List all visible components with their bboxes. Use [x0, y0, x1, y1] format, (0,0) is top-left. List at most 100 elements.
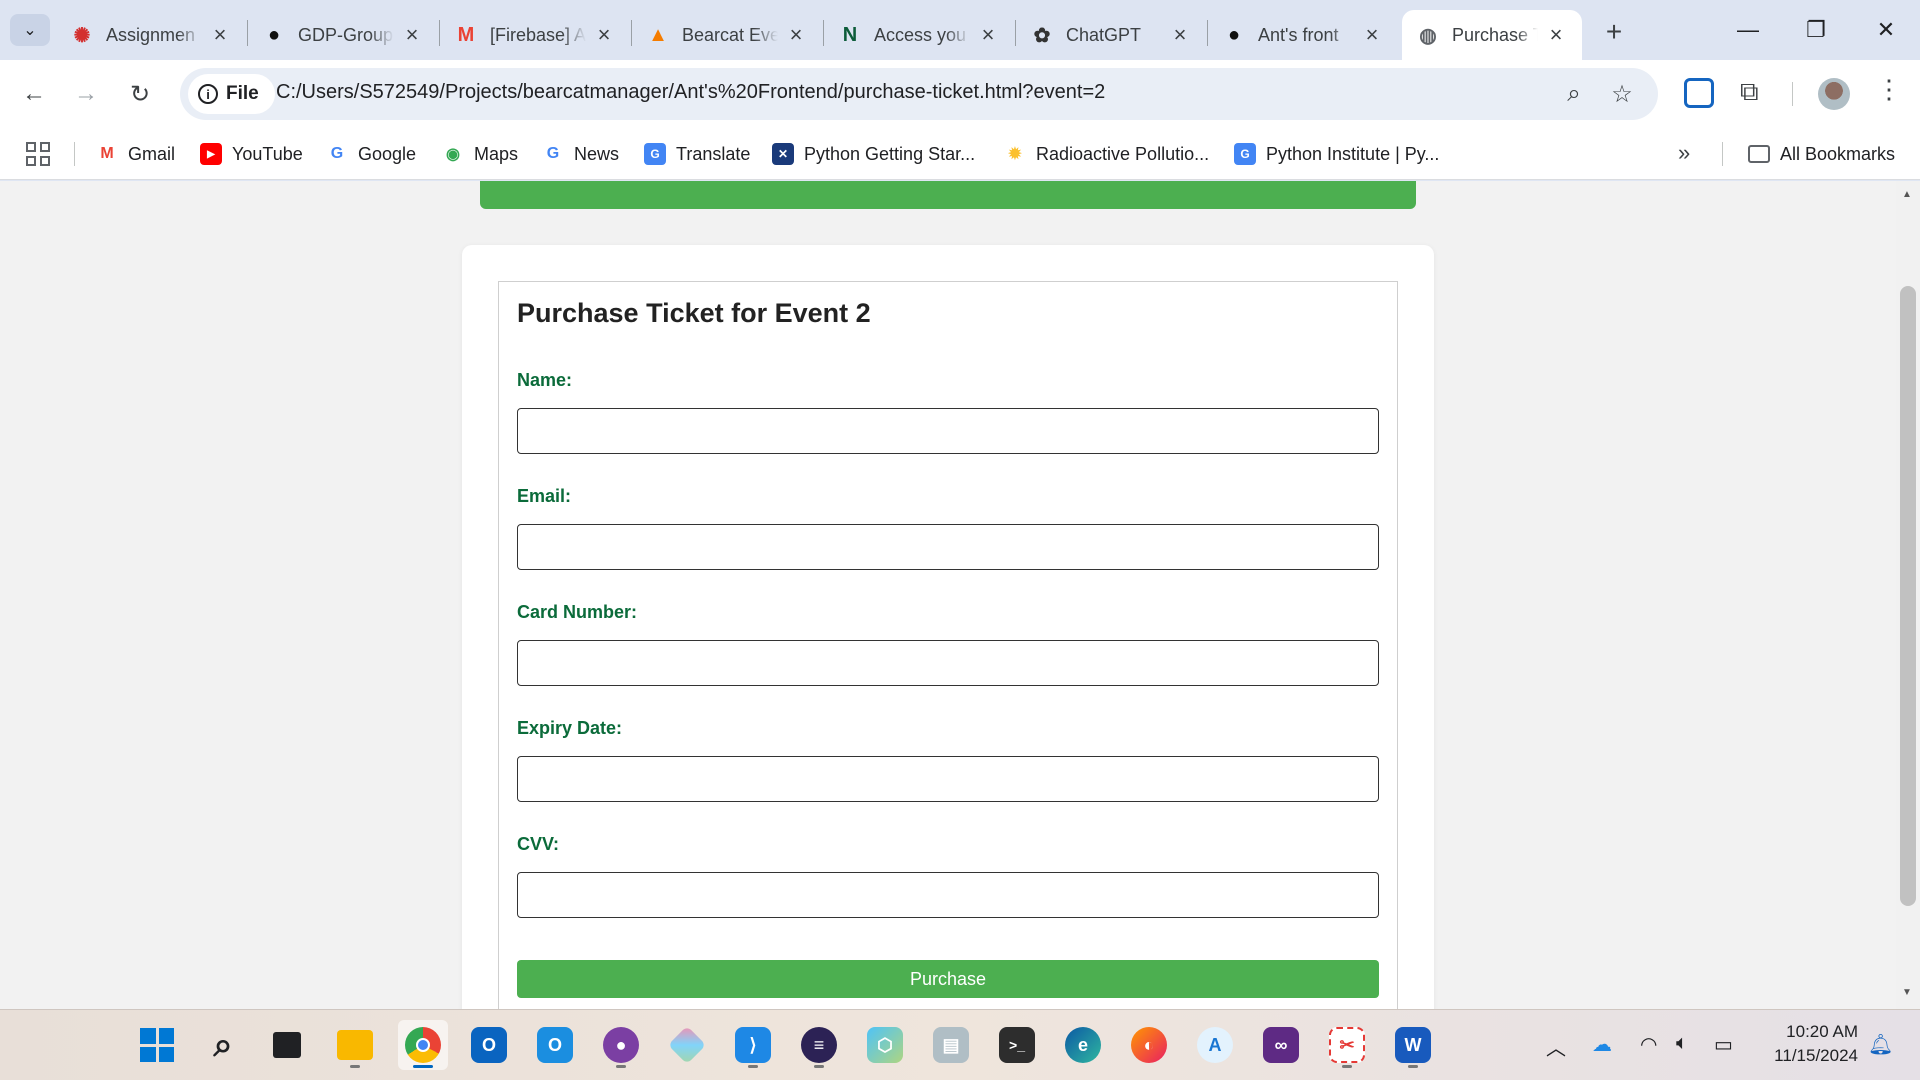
bookmark-gmail[interactable]: M Gmail	[96, 140, 175, 168]
cvv-input[interactable]	[517, 872, 1379, 918]
tab-strip: ⌄ ✺ Assignmen × ● GDP-Group × M [Firebas…	[0, 0, 1920, 60]
scroll-up-arrow-icon[interactable]: ▲	[1902, 189, 1912, 200]
email-input[interactable]	[517, 524, 1379, 570]
bookmarks-divider	[74, 142, 75, 166]
bookmark-python-institute[interactable]: G Python Institute | Py...	[1234, 140, 1439, 168]
translate-icon: G	[644, 143, 666, 165]
close-icon[interactable]: ×	[208, 22, 232, 47]
name-input[interactable]	[517, 408, 1379, 454]
tray-overflow-chevron-icon[interactable]: ︿	[1546, 1032, 1566, 1061]
extension-reader-icon[interactable]	[1684, 78, 1714, 108]
task-view-icon[interactable]	[262, 1020, 312, 1070]
expiry-date-input[interactable]	[517, 756, 1379, 802]
card-number-input[interactable]	[517, 640, 1379, 686]
close-icon[interactable]: ×	[592, 22, 616, 47]
bookmark-google[interactable]: G Google	[326, 140, 416, 168]
volume-muted-icon[interactable]: 🔈︎	[1676, 1032, 1688, 1055]
purchase-button[interactable]: Purchase	[517, 960, 1379, 998]
new-tab-button[interactable]: +	[1596, 14, 1632, 50]
address-bar[interactable]: i File C:/Users/S572549/Projects/bearcat…	[180, 68, 1658, 120]
edge-icon[interactable]: e	[1058, 1020, 1108, 1070]
notification-bell-icon[interactable]: 🔔︎	[1868, 1032, 1893, 1057]
database-icon[interactable]: ▤	[926, 1020, 976, 1070]
bookmark-label: Python Getting Star...	[804, 143, 976, 164]
tab-firebase-gmail[interactable]: M [Firebase] A ×	[440, 10, 630, 60]
bookmark-youtube[interactable]: ▶ YouTube	[200, 140, 303, 168]
close-icon[interactable]: ×	[784, 22, 808, 47]
scrollbar-thumb[interactable]	[1900, 286, 1916, 906]
onedrive-icon[interactable]: ☁	[1592, 1032, 1612, 1057]
tab-title: Bearcat Eve	[682, 24, 778, 45]
tab-gdp-group[interactable]: ● GDP-Group ×	[248, 10, 438, 60]
tab-assignment[interactable]: ✺ Assignmen ×	[56, 10, 246, 60]
word-icon[interactable]: W	[1388, 1020, 1438, 1070]
tab-search-button[interactable]: ⌄	[10, 14, 50, 46]
app-diamond-icon[interactable]	[662, 1020, 712, 1070]
terminal-icon[interactable]: >_	[992, 1020, 1042, 1070]
close-icon[interactable]: ×	[1360, 22, 1384, 47]
close-icon[interactable]: ×	[976, 22, 1000, 47]
tab-title: Ant's front	[1258, 24, 1339, 45]
google-news-icon: G	[546, 145, 560, 162]
search-icon[interactable]: ⌕	[198, 1020, 248, 1070]
chrome-icon[interactable]	[398, 1020, 448, 1070]
github-desktop-icon[interactable]: ●	[596, 1020, 646, 1070]
bookmark-label: Gmail	[128, 143, 176, 164]
battery-icon[interactable]: ▭	[1714, 1032, 1733, 1057]
bookmark-maps[interactable]: ◉ Maps	[442, 140, 518, 168]
profile-avatar[interactable]	[1818, 78, 1850, 110]
tab-ants-frontend[interactable]: ● Ant's front ×	[1208, 10, 1398, 60]
name-label: Name:	[517, 370, 573, 390]
outlook-new-icon[interactable]: O	[530, 1020, 580, 1070]
tab-access[interactable]: N Access you ×	[824, 10, 1014, 60]
windows-start-icon[interactable]	[132, 1020, 182, 1070]
tab-title: [Firebase] A	[490, 24, 586, 45]
vscode-icon[interactable]: ⟩	[728, 1020, 778, 1070]
close-icon[interactable]: ×	[1168, 22, 1192, 47]
bookmark-translate[interactable]: G Translate	[644, 140, 750, 168]
python-site-icon: ✕	[772, 143, 794, 165]
bookmark-star-icon[interactable]: ☆	[1608, 80, 1636, 108]
taskbar-clock[interactable]: 10:20 AM 11/15/2024	[1758, 1020, 1858, 1068]
bookmark-python-getting-started[interactable]: ✕ Python Getting Star...	[772, 140, 975, 168]
reload-icon[interactable]: ↻	[120, 74, 160, 114]
snipping-tool-icon[interactable]: ✂	[1322, 1020, 1372, 1070]
bookmark-radioactive-pollution[interactable]: ✹ Radioactive Pollutio...	[1004, 140, 1209, 168]
info-icon: i	[198, 84, 218, 104]
app-store-icon[interactable]: A	[1190, 1020, 1240, 1070]
url-text[interactable]: C:/Users/S572549/Projects/bearcatmanager…	[276, 81, 1105, 104]
app-infinity-icon[interactable]: ∞	[1256, 1020, 1306, 1070]
apps-grid-icon[interactable]	[26, 142, 50, 166]
menu-kebab-icon[interactable]: ⋮	[1876, 74, 1902, 105]
back-icon[interactable]: ←	[14, 74, 54, 114]
outlook-icon[interactable]: O	[464, 1020, 514, 1070]
page-viewport: Purchase Ticket for Event 2 Name: Email:…	[0, 181, 1896, 1009]
zoom-icon[interactable]: ⌕	[1560, 80, 1588, 108]
close-window-icon[interactable]: ✕	[1858, 0, 1914, 60]
bookmark-label: Translate	[676, 143, 751, 164]
forward-icon[interactable]: →	[66, 74, 106, 114]
file-explorer-icon[interactable]	[330, 1020, 380, 1070]
page-scrollbar[interactable]: ▲ ▼	[1896, 181, 1920, 1009]
site-info-chip[interactable]: i File	[188, 74, 275, 114]
extensions-puzzle-icon[interactable]: ⧉	[1740, 76, 1759, 108]
close-icon[interactable]: ×	[1544, 22, 1568, 47]
minimize-icon[interactable]: —	[1720, 0, 1776, 60]
tab-purchase-ticket[interactable]: ◍ Purchase T ×	[1402, 10, 1582, 60]
eclipse-icon[interactable]: ≡	[794, 1020, 844, 1070]
wifi-icon[interactable]: ◠	[1640, 1032, 1657, 1057]
scroll-down-arrow-icon[interactable]: ▼	[1902, 987, 1912, 998]
restore-icon[interactable]: ❐	[1788, 0, 1844, 60]
tab-chatgpt[interactable]: ✿ ChatGPT ×	[1016, 10, 1206, 60]
close-icon[interactable]: ×	[400, 22, 424, 47]
app-hexagon-icon[interactable]: ⬡	[860, 1020, 910, 1070]
tab-bearcat-events[interactable]: ▲ Bearcat Eve ×	[632, 10, 822, 60]
more-bookmarks-chevron-icon[interactable]: »	[1678, 140, 1690, 166]
expiry-date-label: Expiry Date:	[517, 718, 623, 738]
email-label: Email:	[517, 486, 572, 506]
github-icon: ●	[1227, 23, 1241, 46]
all-bookmarks-button[interactable]: All Bookmarks	[1748, 140, 1895, 168]
firefox-icon[interactable]: ◐	[1124, 1020, 1174, 1070]
n-logo-icon: N	[842, 23, 858, 46]
bookmark-news[interactable]: G News	[542, 140, 619, 168]
